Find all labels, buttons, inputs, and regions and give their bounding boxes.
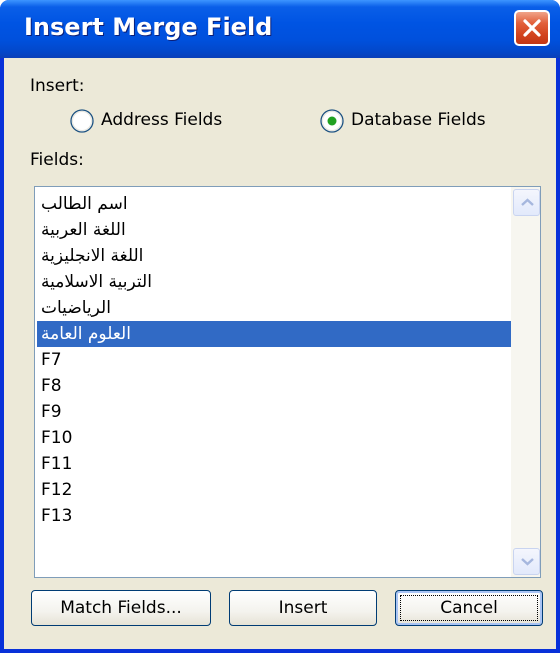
insert-label: Insert: bbox=[30, 76, 85, 96]
cancel-button-label: Cancel bbox=[440, 598, 498, 618]
list-item[interactable]: F10 bbox=[37, 425, 513, 451]
scroll-up-button[interactable] bbox=[513, 189, 540, 216]
insert-button[interactable]: Insert bbox=[229, 590, 377, 626]
list-item[interactable]: التربية الاسلامية bbox=[37, 269, 513, 295]
list-item-selected[interactable]: العلوم العامة bbox=[37, 321, 513, 347]
fields-listbox[interactable]: اسم الطالب اللغة العربية اللغة الانجليزي… bbox=[34, 186, 541, 578]
list-item[interactable]: الرياضيات bbox=[37, 295, 513, 321]
match-fields-label: Match Fields... bbox=[60, 598, 182, 618]
close-icon bbox=[523, 19, 541, 37]
list-item[interactable]: اسم الطالب bbox=[37, 191, 513, 217]
chevron-down-icon bbox=[521, 558, 534, 566]
list-item[interactable]: F13 bbox=[37, 503, 513, 529]
cancel-button[interactable]: Cancel bbox=[395, 590, 543, 626]
title-bar[interactable]: Insert Merge Field bbox=[0, 0, 560, 58]
address-fields-radio[interactable] bbox=[69, 108, 95, 134]
fields-label: Fields: bbox=[30, 150, 84, 170]
insert-button-label: Insert bbox=[278, 598, 328, 618]
list-item[interactable]: اللغة الانجليزية bbox=[37, 243, 513, 269]
insert-merge-field-dialog: Insert Merge Field Insert: Address Field… bbox=[0, 0, 560, 653]
list-item[interactable]: F11 bbox=[37, 451, 513, 477]
list-item[interactable]: اللغة العربية bbox=[37, 217, 513, 243]
list-item[interactable]: F9 bbox=[37, 399, 513, 425]
database-fields-radio[interactable] bbox=[319, 108, 345, 134]
close-button[interactable] bbox=[514, 10, 550, 46]
list-item[interactable]: F8 bbox=[37, 373, 513, 399]
dialog-title: Insert Merge Field bbox=[24, 13, 273, 41]
database-fields-label[interactable]: Database Fields bbox=[351, 110, 486, 130]
address-fields-label[interactable]: Address Fields bbox=[101, 110, 222, 130]
vertical-scrollbar[interactable] bbox=[511, 187, 540, 577]
scroll-down-button[interactable] bbox=[513, 548, 540, 575]
chevron-up-icon bbox=[521, 198, 534, 206]
list-item[interactable]: F7 bbox=[37, 347, 513, 373]
list-item[interactable]: F12 bbox=[37, 477, 513, 503]
match-fields-button[interactable]: Match Fields... bbox=[31, 590, 211, 626]
